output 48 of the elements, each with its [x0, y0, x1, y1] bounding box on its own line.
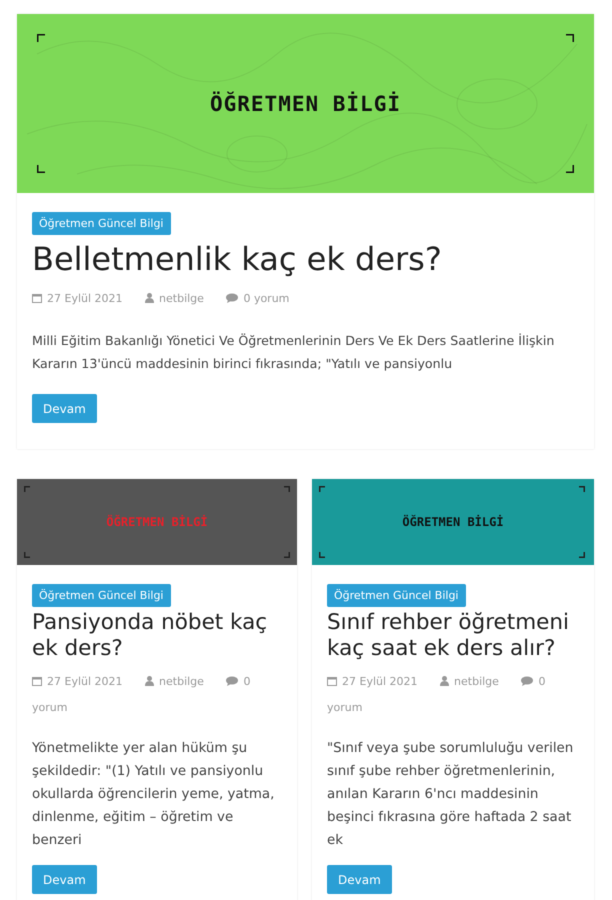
comment-icon [521, 676, 534, 686]
comment-icon [226, 293, 238, 303]
corner-mark-icon [319, 486, 325, 492]
category-tag[interactable]: Öğretmen Güncel Bilgi [32, 212, 170, 235]
post-date[interactable]: 27 Eylül 2021 [47, 675, 123, 688]
comment-count[interactable]: 0 [243, 675, 250, 688]
calendar-icon [32, 293, 42, 303]
post-date[interactable]: 27 Eylül 2021 [47, 292, 123, 305]
corner-mark-icon [319, 552, 325, 558]
corner-mark-icon [284, 486, 290, 492]
post-author[interactable]: netbilge [454, 675, 499, 688]
user-icon [440, 676, 450, 686]
corner-mark-icon [24, 552, 30, 558]
corner-mark-icon [579, 552, 585, 558]
post-title[interactable]: Pansiyonda nöbet kaç ek ders? [32, 610, 282, 662]
corner-mark-icon [284, 552, 290, 558]
read-more-button[interactable]: Devam [32, 865, 97, 894]
post-title[interactable]: Sınıf rehber öğretmeni kaç saat ek ders alır? [327, 610, 579, 662]
category-tag[interactable]: Öğretmen Güncel Bilgi [327, 584, 466, 607]
post-author[interactable]: netbilge [159, 675, 204, 688]
corner-mark-icon [579, 486, 585, 492]
corner-mark-icon [37, 165, 45, 173]
post-excerpt: Milli Eğitim Bakanlığı Yönetici Ve Öğretmenlerinin Ders Ve Ek Ders Saatlerine İlişkin Kararın 13'üncü maddesinin birinci fıkrasında; "Yatılı ve pansiyonlu [32, 332, 556, 373]
post-title[interactable]: Belletmenlik kaç ek ders? [32, 238, 579, 280]
post-excerpt: "Sınıf veya şube sorumluluğu verilen sınıf şube rehber öğretmenlerinin, anılan Kararın 6'ncı maddesinin beşinci fıkrasına göre haftada 2 saat ek [327, 740, 574, 850]
corner-mark-icon [37, 34, 45, 42]
comment-label[interactable]: yorum [32, 701, 68, 714]
comment-icon [226, 676, 238, 686]
read-more-button[interactable]: Devam [327, 865, 392, 894]
banner-text: ÖĞRETMEN BİLGİ [402, 515, 504, 529]
read-more-button[interactable]: Devam [32, 394, 97, 423]
category-tag[interactable]: Öğretmen Güncel Bilgi [32, 584, 170, 607]
comment-count[interactable]: 0 [538, 675, 546, 688]
corner-mark-icon [566, 165, 574, 173]
comment-label[interactable]: yorum [327, 701, 362, 714]
comment-count[interactable]: 0 [243, 292, 250, 305]
user-icon [145, 676, 154, 686]
post-author[interactable]: netbilge [159, 292, 204, 305]
banner-text: ÖĞRETMEN BİLGİ [106, 515, 208, 529]
banner-text: ÖĞRETMEN BİLGİ [210, 92, 401, 116]
calendar-icon [32, 676, 42, 686]
post-date[interactable]: 27 Eylül 2021 [342, 675, 418, 688]
calendar-icon [327, 676, 337, 686]
comment-label[interactable]: yorum [254, 292, 290, 305]
user-icon [145, 293, 154, 303]
corner-mark-icon [566, 34, 574, 42]
post-excerpt: Yönetmelikte yer alan hüküm şu şekildedir: "(1) Yatılı ve pansiyonlu okullarda öğrencilerin yeme, yatma, dinlenme, eğitim – öğretim ve benzeri [32, 740, 276, 850]
corner-mark-icon [24, 486, 30, 492]
